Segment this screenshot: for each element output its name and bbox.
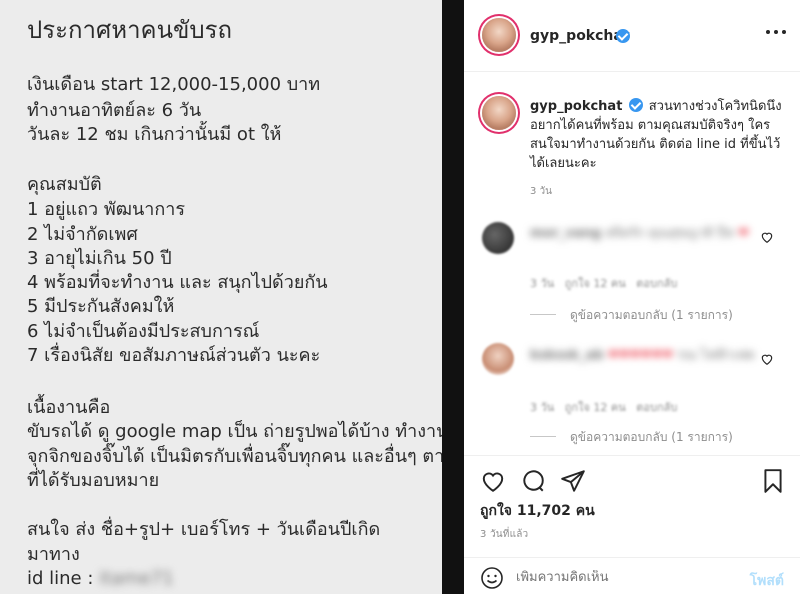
more-options-icon[interactable] [766, 28, 786, 36]
post-image-line: ขับรถได้ ดู google map เป็น ถ่ายรูปพอได้… [27, 421, 442, 442]
id-line-label: id line : [27, 568, 94, 589]
post-image-line: จุกจิกของจิ๊บได้ เป็นมิตรกับเพื่อนจิ๊บทุ… [27, 446, 442, 467]
comment-text: kskssk_ab ❤❤❤❤❤❤ รณ ไฟฟ้าเฟด [530, 348, 755, 363]
share-send-icon[interactable] [560, 468, 586, 494]
comment-meta: 3 วัน ถูกใจ 12 คน ตอบกลับ [530, 277, 678, 290]
blurred-line-id: itame71 [99, 568, 174, 589]
post-image-line: 1 อยู่แถว พัฒนาการ [27, 199, 186, 220]
reply-divider-line [530, 436, 556, 437]
comment-bubble-icon[interactable] [520, 468, 546, 494]
caption-username[interactable]: gyp_pokchat [530, 99, 622, 114]
post-image[interactable]: ประกาศหาคนขับรถ เงินเดือน start 12,000-1… [0, 0, 442, 594]
post-image-line: เนื้องานคือ [27, 397, 111, 418]
like-heart-icon[interactable] [480, 468, 506, 494]
add-comment-bar: โพสต์ [464, 557, 800, 594]
like-comment-heart-icon[interactable] [760, 230, 774, 244]
caption: gyp_pokchat สวนทางช่วงโควิทนิดนึง อยากได… [530, 97, 790, 173]
post-image-line: วันละ 12 ชม เกินกว่านั้นมี ot ให้ [27, 124, 282, 145]
verified-badge-icon [616, 29, 630, 43]
post-image-line: 4 พร้อมที่จะทำงาน และ สนุกไปด้วยกัน [27, 272, 328, 293]
lightbox-backdrop-strip [442, 0, 464, 594]
caption-age: 3 วัน [530, 186, 552, 197]
post-image-line: 3 อายุไม่เกิน 50 ปี [27, 248, 172, 269]
emoji-smiley-icon[interactable] [480, 566, 504, 590]
like-comment-heart-icon[interactable] [760, 352, 774, 366]
caption-verified-icon [628, 98, 643, 112]
comment-username[interactable]: kskssk_ab [530, 348, 604, 363]
comment-text: mor_vang สถิตรัก คุณสุขญาติ ปีท ❤ [530, 226, 749, 241]
comment-meta: 3 วัน ถูกใจ 12 คน ตอบกลับ [530, 401, 678, 414]
post-image-line: มาทาง [27, 544, 80, 565]
author-avatar[interactable] [482, 18, 516, 52]
post-image-line: 2 ไม่จำกัดเพศ [27, 224, 138, 245]
post-side-panel: gyp_pokchat gyp_pokchat สวนทางช่วงโควิทน… [464, 0, 800, 594]
comment-input[interactable] [516, 570, 736, 585]
post-image-line: ทำงานอาทิตย์ละ 6 วัน [27, 100, 202, 121]
post-image-line: ที่ได้รับมอบหมาย [27, 470, 160, 491]
likes-count[interactable]: ถูกใจ 11,702 คน [480, 500, 595, 522]
comment-avatar[interactable] [482, 343, 514, 375]
view-replies-link[interactable]: ดูข้อความตอบกลับ (1 รายการ) [570, 306, 733, 325]
post-image-title: ประกาศหาคนขับรถ [27, 16, 233, 44]
comment-avatar[interactable] [482, 222, 514, 254]
post-header: gyp_pokchat [464, 0, 800, 72]
caption-avatar[interactable] [482, 96, 516, 130]
post-image-line: 7 เรื่องนิสัย ขอสัมภาษณ์ส่วนตัว นะคะ [27, 345, 321, 366]
post-actions-bar [464, 455, 800, 501]
view-replies-link[interactable]: ดูข้อความตอบกลับ (1 รายการ) [570, 428, 733, 447]
post-image-line: 6 ไม่จำเป็นต้องมีประสบการณ์ [27, 321, 260, 342]
post-image-line: 5 มีประกันสังคมให้ [27, 296, 175, 317]
instagram-post-view: ประกาศหาคนขับรถ เงินเดือน start 12,000-1… [0, 0, 800, 594]
post-image-line: เงินเดือน start 12,000-15,000 บาท [27, 74, 321, 95]
save-bookmark-icon[interactable] [760, 468, 786, 494]
post-image-line: คุณสมบัติ [27, 174, 102, 195]
post-timestamp[interactable]: 3 วันที่แล้ว [480, 527, 528, 542]
post-image-line: id line : itame71 [27, 568, 174, 590]
post-image-line: สนใจ ส่ง ชื่อ+รูป+ เบอร์โทร + วันเดือนปี… [27, 519, 381, 540]
author-username[interactable]: gyp_pokchat [530, 28, 630, 44]
reply-divider-line [530, 314, 556, 315]
post-comment-button[interactable]: โพสต์ [750, 570, 784, 592]
comment-username[interactable]: mor_vang [530, 226, 601, 241]
